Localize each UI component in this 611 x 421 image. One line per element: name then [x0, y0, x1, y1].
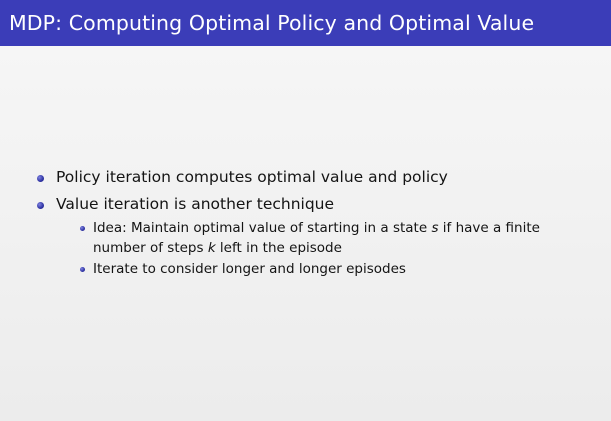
idea-text-line2-part1: number of steps [93, 240, 208, 256]
math-var-k: k [207, 240, 216, 256]
bullet-text-policy-iteration: Policy iteration computes optimal value … [56, 168, 448, 186]
bullet-text-value-iteration: Value iteration is another technique [56, 195, 335, 213]
bullet-icon [37, 202, 44, 209]
bullet-icon [37, 175, 44, 182]
sub-bullet-icon [80, 226, 85, 231]
idea-text-line2-part2: left in the episode [215, 240, 342, 256]
slide: MDP: Computing Optimal Policy and Optima… [0, 0, 611, 421]
idea-text-part1: Idea: Maintain optimal value of starting… [93, 220, 432, 236]
sub-bullet-text-iterate: Iterate to consider longer and longer ep… [93, 261, 406, 277]
sub-bullet-text-idea: Idea: Maintain optimal value of starting… [93, 218, 593, 258]
slide-content: Policy iteration computes optimal value … [0, 0, 611, 421]
idea-text-part2: if have a finite [438, 220, 540, 236]
sub-bullet-icon [80, 267, 85, 272]
